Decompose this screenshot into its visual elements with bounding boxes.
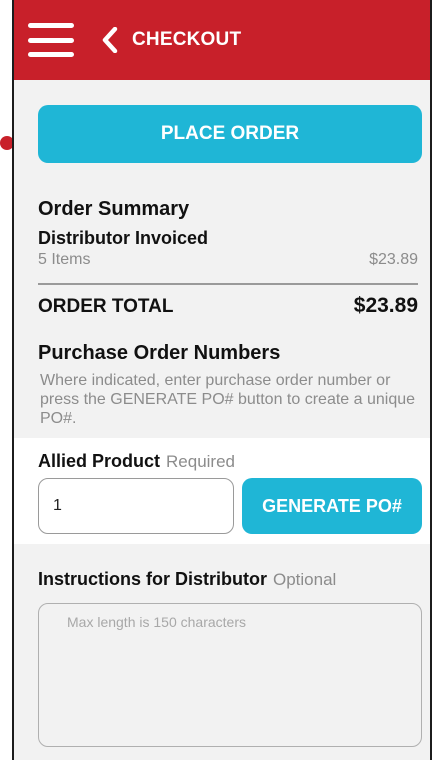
order-total-label: ORDER TOTAL — [38, 296, 174, 317]
required-tag: Required — [166, 452, 236, 471]
hamburger-menu-icon[interactable] — [28, 20, 74, 60]
order-total-value: $23.89 — [353, 294, 418, 317]
generate-po-button[interactable]: GENERATE PO# — [242, 478, 422, 534]
items-price: $23.89 — [369, 251, 418, 268]
order-summary-heading: Order Summary — [38, 198, 190, 220]
purchase-order-heading: Purchase Order Numbers — [38, 342, 281, 364]
po-number-input[interactable] — [38, 478, 234, 534]
allied-product-name: Allied Product — [38, 451, 161, 471]
checkout-screen: CHECKOUT PLACE ORDER Order Summary Distr… — [12, 0, 432, 760]
app-header: CHECKOUT — [14, 0, 430, 80]
instructions-textarea[interactable] — [38, 603, 422, 747]
back-button[interactable]: CHECKOUT — [102, 27, 241, 53]
items-count: 5 Items — [38, 251, 91, 268]
page-title: CHECKOUT — [132, 29, 242, 50]
allied-product-section: Allied Product Required GENERATE PO# — [14, 438, 430, 544]
allied-product-label: Allied Product Required — [38, 451, 235, 472]
chevron-left-icon — [102, 27, 118, 53]
instructions-title: Instructions for Distributor — [38, 569, 267, 589]
place-order-button[interactable]: PLACE ORDER — [38, 105, 422, 163]
purchase-order-description: Where indicated, enter purchase order nu… — [40, 372, 416, 427]
instructions-label: Instructions for Distributor Optional — [38, 569, 336, 590]
distributor-label: Distributor Invoiced — [38, 228, 209, 248]
optional-tag: Optional — [273, 570, 337, 589]
summary-divider — [38, 283, 418, 285]
